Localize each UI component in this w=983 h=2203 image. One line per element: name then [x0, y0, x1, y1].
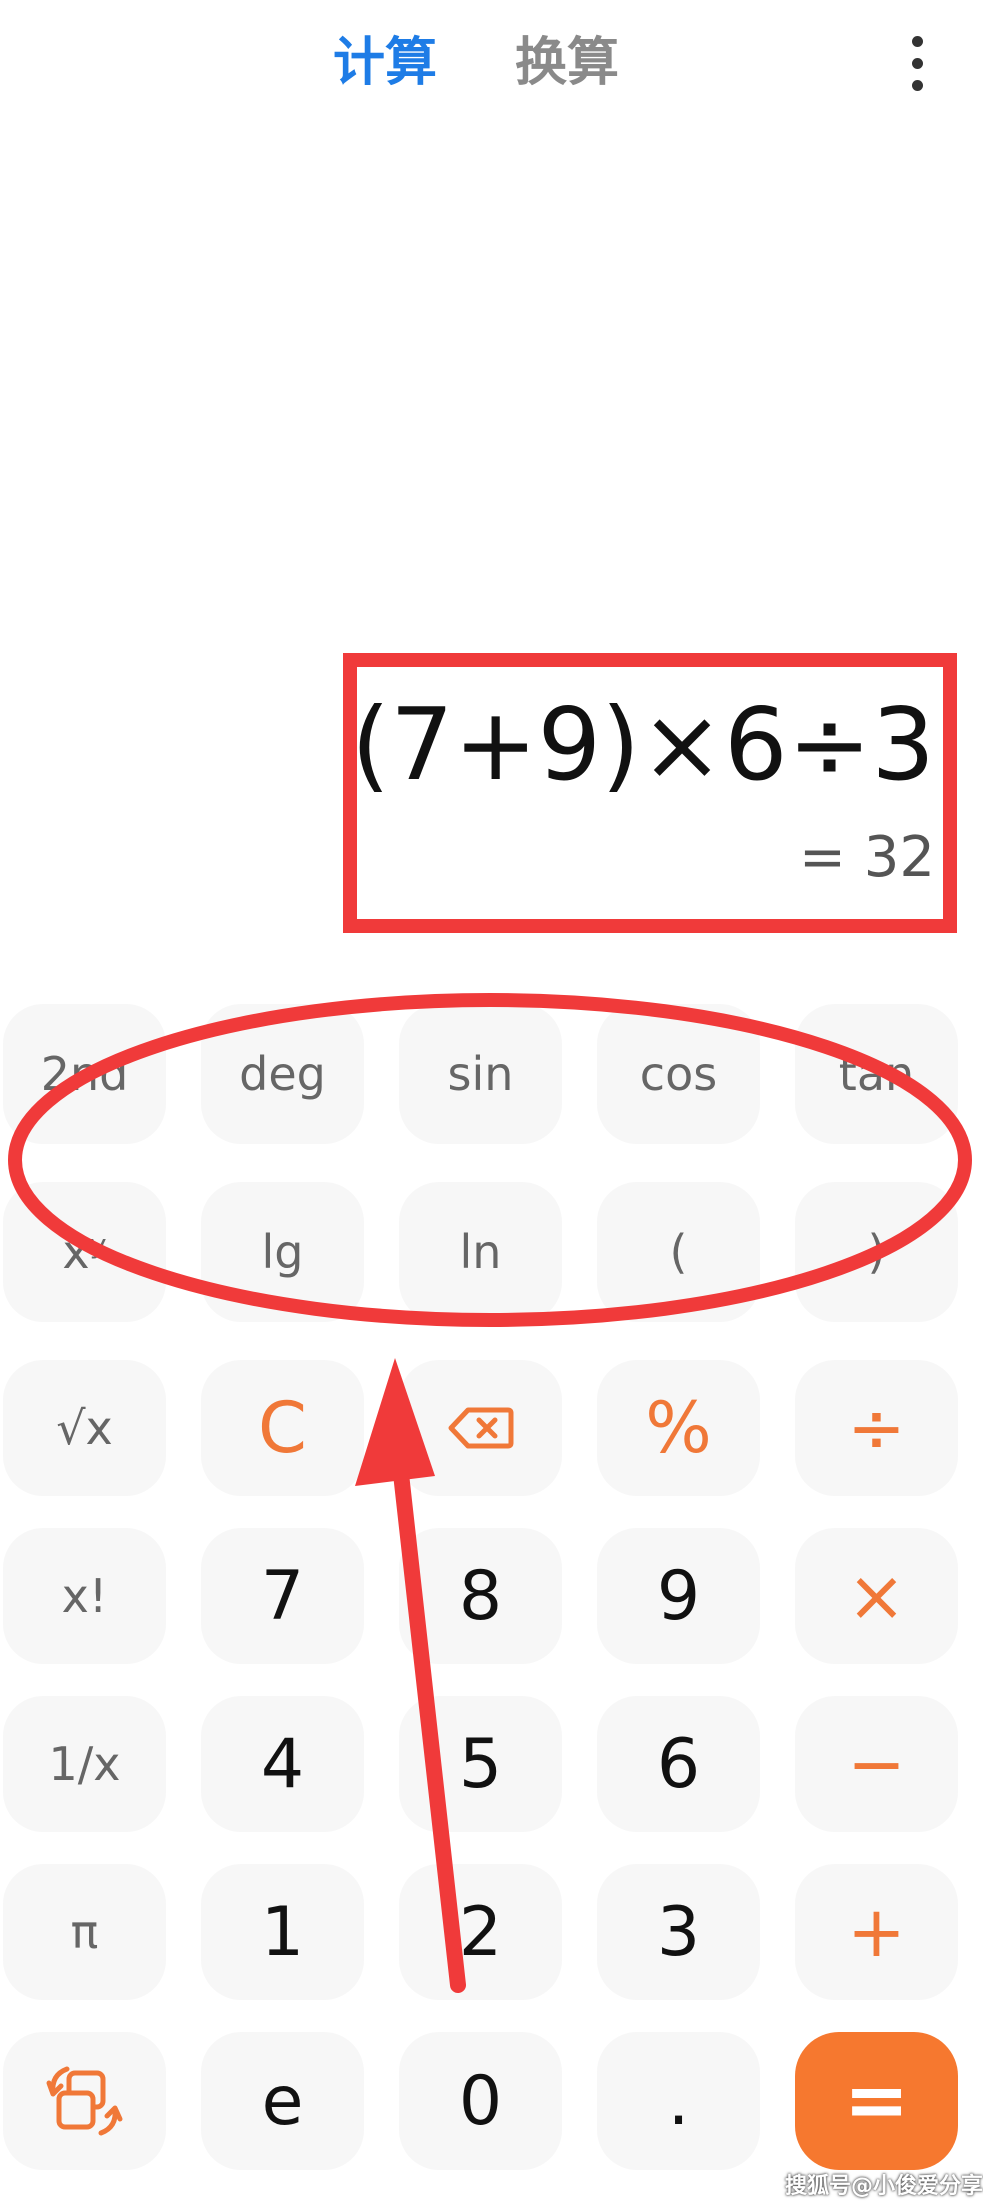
key-7[interactable]: 7 — [201, 1528, 364, 1664]
key-reciprocal[interactable]: 1/x — [3, 1696, 166, 1832]
key-clear[interactable]: C — [201, 1360, 364, 1496]
key-subtract[interactable]: − — [795, 1696, 958, 1832]
key-multiply[interactable]: × — [795, 1528, 958, 1664]
key-8[interactable]: 8 — [399, 1528, 562, 1664]
key-9[interactable]: 9 — [597, 1528, 760, 1664]
key-e[interactable]: e — [201, 2032, 364, 2170]
key-sqrt[interactable]: √x — [3, 1360, 166, 1496]
backspace-button[interactable] — [399, 1360, 562, 1496]
key-4[interactable]: 4 — [201, 1696, 364, 1832]
backspace-icon — [448, 1407, 513, 1449]
key-close-paren[interactable]: ) — [795, 1182, 958, 1322]
key-sin[interactable]: sin — [399, 1004, 562, 1144]
keypad: 2nd deg sin cos tan xʸ lg ln ( ) √x C % … — [0, 0, 983, 2203]
key-equals[interactable]: = — [795, 2032, 958, 2170]
key-ln[interactable]: ln — [399, 1182, 562, 1322]
key-open-paren[interactable]: ( — [597, 1182, 760, 1322]
key-6[interactable]: 6 — [597, 1696, 760, 1832]
key-tan[interactable]: tan — [795, 1004, 958, 1144]
key-factorial[interactable]: x! — [3, 1528, 166, 1664]
key-pi[interactable]: π — [3, 1864, 166, 2000]
key-deg[interactable]: deg — [201, 1004, 364, 1144]
key-5[interactable]: 5 — [399, 1696, 562, 1832]
key-divide[interactable]: ÷ — [795, 1360, 958, 1496]
key-lg[interactable]: lg — [201, 1182, 364, 1322]
key-cos[interactable]: cos — [597, 1004, 760, 1144]
key-2nd[interactable]: 2nd — [3, 1004, 166, 1144]
key-power[interactable]: xʸ — [3, 1182, 166, 1322]
key-add[interactable]: + — [795, 1864, 958, 2000]
key-percent[interactable]: % — [597, 1360, 760, 1496]
key-0[interactable]: 0 — [399, 2032, 562, 2170]
key-3[interactable]: 3 — [597, 1864, 760, 2000]
key-1[interactable]: 1 — [201, 1864, 364, 2000]
watermark: 搜狐号@小俊爱分享 — [785, 2174, 983, 2199]
key-decimal[interactable]: . — [597, 2032, 760, 2170]
switch-mode-button[interactable] — [3, 2032, 166, 2170]
rotate-mode-icon — [46, 2066, 122, 2136]
key-2[interactable]: 2 — [399, 1864, 562, 2000]
